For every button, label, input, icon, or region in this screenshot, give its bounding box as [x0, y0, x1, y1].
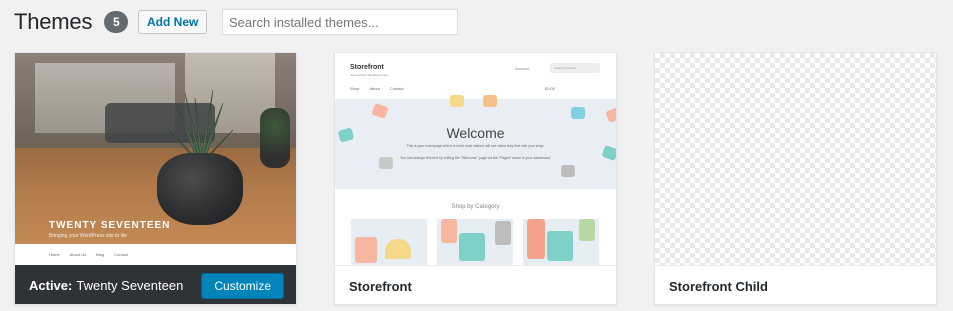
preview-menu-item: About [369, 86, 380, 91]
preview-cart: £0.00 [545, 86, 556, 91]
preview-category-item [523, 219, 599, 265]
theme-screenshot[interactable]: TWENTY SEVENTEEN Bringing your WordPress… [15, 53, 296, 265]
preview-category-heading: Shop by Category [451, 204, 500, 210]
tshirt-icon [371, 102, 389, 120]
preview-tagline: Just another WordPress site [350, 73, 388, 77]
preview-menu: Shop About Contact [350, 86, 404, 91]
preview-welcome-text: You can change this text by editing the … [400, 156, 551, 160]
preview-welcome-title: Welcome [446, 125, 505, 141]
preview-nav-item: Contact [114, 252, 128, 257]
hoodie-icon [459, 233, 485, 261]
preview-logo: Storefront [350, 64, 384, 71]
preview-nav: Home About Us Blog Contact [15, 244, 296, 265]
theme-card-storefront-child[interactable]: Storefront Child [654, 52, 937, 305]
page-title: Themes [14, 9, 93, 34]
theme-name: Storefront Child [669, 278, 768, 294]
active-label: Active: [29, 278, 73, 293]
search-themes-input[interactable] [222, 9, 458, 35]
preview-nav-item: About Us [69, 252, 87, 257]
tshirt-icon [547, 231, 573, 261]
tshirt-icon [561, 165, 575, 177]
tshirt-icon [579, 219, 595, 241]
theme-screenshot[interactable]: Storefront Just another WordPress site A… [335, 53, 616, 265]
add-new-button[interactable]: Add New [138, 10, 208, 34]
preview-nav-item: Blog [96, 252, 105, 257]
tshirt-icon [355, 237, 377, 263]
theme-name-bar: Storefront Child [655, 265, 936, 304]
preview-category-item [437, 219, 513, 265]
preview-plant [260, 108, 290, 168]
plant-leaves [166, 89, 234, 163]
tshirt-icon [483, 95, 497, 107]
theme-name-bar: Active: Twenty Seventeen Customize [15, 265, 296, 304]
tshirt-icon [571, 107, 585, 119]
tshirt-icon [450, 95, 464, 107]
preview-nav-item: Home [49, 252, 60, 257]
preview-site-tagline: Bringing your WordPress site to life [49, 233, 127, 239]
page-header: Themes 5 [14, 8, 129, 36]
preview-site-title: TWENTY SEVENTEEN [49, 220, 171, 231]
theme-name-bar: Storefront [335, 265, 616, 304]
preview-menu-item: Shop [350, 86, 360, 91]
theme-name: Storefront [349, 278, 412, 294]
preview-account: Account [515, 66, 530, 71]
preview-search: Search products… [550, 63, 600, 73]
preview-pot [157, 153, 243, 225]
preview-menu-item: Contact [389, 86, 404, 91]
placeholder-checkerboard [655, 53, 936, 265]
theme-screenshot[interactable] [655, 53, 936, 265]
theme-card-storefront[interactable]: Storefront Just another WordPress site A… [334, 52, 617, 305]
hoodie-icon [441, 219, 457, 243]
preview-category-item [351, 219, 427, 265]
theme-name: Twenty Seventeen [76, 278, 184, 293]
hoodie-icon [495, 221, 511, 245]
customize-button[interactable]: Customize [201, 273, 284, 299]
theme-count-badge: 5 [104, 11, 129, 33]
preview-welcome-text: This is your homepage which is what most… [406, 144, 545, 148]
cap-icon [385, 239, 411, 259]
tshirt-icon [527, 219, 545, 259]
theme-card-twenty-seventeen[interactable]: TWENTY SEVENTEEN Bringing your WordPress… [14, 52, 297, 305]
tshirt-icon [605, 106, 616, 124]
